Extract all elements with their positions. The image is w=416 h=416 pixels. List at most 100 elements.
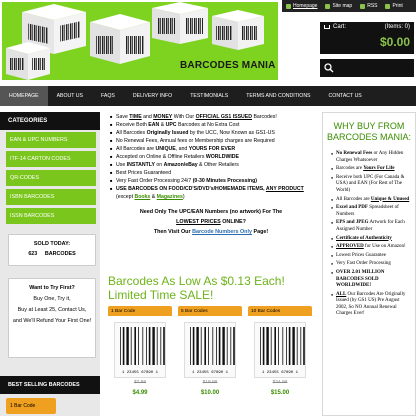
cart-icon — [324, 25, 330, 29]
why-buy-item: EPS and JPEG Artwork for Each Assigned N… — [331, 220, 411, 233]
site-logo[interactable]: BARCODES MANIA — [2, 2, 278, 80]
sale-heading: Barcodes As Low As $0.13 Each! Limited T… — [108, 274, 285, 302]
books-link[interactable]: Books — [134, 194, 150, 200]
numbers-only-promo: Need Only The UPC/EAN Numbers (no artwor… — [104, 207, 318, 237]
top-links: Homepage Site map RSS Print — [282, 0, 416, 12]
barcode-digits: 1 23455 67890 1 — [192, 371, 229, 375]
sold-today-label: SOLD TODAY: — [33, 241, 71, 247]
cart-label: Cart: — [333, 24, 347, 30]
categories-title: CATEGORIES — [0, 112, 100, 130]
category-ean-upc[interactable]: EAN & UPC NUMBERS — [6, 132, 96, 148]
barcode-graphic: 1 23455 67890 1 — [260, 327, 305, 375]
sold-count: 623 — [28, 251, 38, 257]
feature-item: Use INSTANTLY on Amazon/eBay & Other Ret… — [110, 161, 318, 169]
left-sidebar: CATEGORIES EAN & UPC NUMBERS ITF-14 CART… — [0, 112, 100, 416]
why-buy-title: WHY BUY FROM BARCODES MANIA: — [327, 121, 412, 142]
visit-page-line: Then Visit Our Barcode Numbers Only Page… — [153, 229, 269, 235]
sitemap-icon — [325, 3, 331, 9]
why-buy-item: Excel and PDF Spreadsheet of Numbers — [331, 205, 411, 218]
old-price: $24.99 — [272, 380, 288, 385]
search-button[interactable] — [322, 61, 336, 75]
barcode-image[interactable]: 1 23455 67890 1 — [184, 322, 236, 378]
nav-contact-us[interactable]: CONTACT US — [320, 86, 371, 106]
barcode-digits: 1 23455 67890 1 — [122, 371, 159, 375]
barcode-image[interactable]: 1 23455 67890 1 — [114, 322, 166, 378]
product-card[interactable]: 5 Bar Codes 1 23455 67890 1 $19.99 $10.0… — [178, 306, 242, 416]
sold-today-box: SOLD TODAY: 623 BARCODES — [8, 234, 96, 266]
new-price: $15.00 — [270, 390, 290, 396]
product-grid: 1 Bar Code 1 23455 67890 1 $7.99 $4.99 5… — [108, 306, 318, 416]
magazines-link[interactable]: Magazines — [157, 194, 183, 200]
numbers-only-link[interactable]: Barcode Numbers Only — [192, 229, 252, 235]
homepage-link[interactable]: Homepage — [286, 3, 317, 9]
search-bar[interactable] — [320, 59, 414, 77]
new-price: $10.00 — [200, 390, 220, 396]
product-tab[interactable]: 10 Bar Codes — [248, 306, 312, 316]
nav-about-us[interactable]: ABOUT US — [48, 86, 92, 106]
category-list: EAN & UPC NUMBERS ITF-14 CARTON CODES QR… — [0, 130, 100, 224]
right-sidebar: WHY BUY FROM BARCODES MANIA: No Renewal … — [322, 112, 416, 416]
feature-item: All Barcodes Originally Issued by the UC… — [110, 129, 318, 137]
feature-item: Best Prices Guaranteed — [110, 169, 318, 177]
try-line-4: and We'll Refund Your First One! — [12, 318, 92, 324]
try-first-box: Want to Try First? Buy One, Try it, Buy … — [8, 278, 96, 358]
nav-homepage[interactable]: HOMEPAGE — [0, 86, 48, 106]
rss-link[interactable]: RSS — [360, 3, 377, 9]
page-root: { "colors": {"accent": "#7bc61d", "nav_b… — [0, 0, 416, 416]
try-line-3: Buy at Least 25, Contact Us, — [17, 307, 87, 313]
best-selling-title: BEST SELLING BARCODES — [0, 376, 100, 394]
why-buy-item: Receive both UPC (For Canada & USA) and … — [331, 175, 411, 195]
cart-total: $0.00 — [379, 35, 410, 49]
why-buy-item: APPROVED for Use on Amazon! — [331, 244, 411, 251]
main-nav: HOMEPAGE ABOUT US FAQS DELIVERY INFO TES… — [0, 86, 416, 106]
product-card[interactable]: 1 Bar Code 1 23455 67890 1 $7.99 $4.99 — [108, 306, 172, 416]
feature-item: USE BARCODES ON FOOD/CD'S/DVD's/HOMEMADE… — [110, 185, 318, 201]
cart-label-row: Cart: — [324, 24, 346, 30]
print-icon — [385, 3, 391, 9]
category-issn[interactable]: ISSN BARCODES — [6, 208, 96, 224]
sold-today-row: 623 BARCODES — [9, 249, 95, 259]
feature-item: No Renewal Fees, Annual fees or Membersh… — [110, 137, 318, 145]
sitemap-link[interactable]: Site map — [325, 3, 352, 9]
try-line-2: Buy One, Try it, — [33, 296, 71, 302]
category-qr[interactable]: QR-CODES — [6, 170, 96, 186]
nav-delivery-info[interactable]: DELIVERY INFO — [124, 86, 181, 106]
barcode-graphic: 1 23455 67890 1 — [190, 327, 235, 375]
feature-item: Receive Both EAN & UPC Barcodes at No Ex… — [110, 121, 318, 129]
logo-text: BARCODES MANIA — [180, 60, 276, 71]
home-icon — [286, 3, 291, 9]
print-link[interactable]: Print — [385, 3, 403, 9]
category-itf14[interactable]: ITF-14 CARTON CODES — [6, 151, 96, 167]
new-price: $4.99 — [132, 390, 148, 396]
try-first-title: Want to Try First? — [29, 285, 75, 291]
product-tab[interactable]: 5 Bar Codes — [178, 306, 242, 316]
why-buy-item: Very Fast Order Processing — [331, 261, 411, 268]
barcode-image[interactable]: 1 23455 67890 1 — [254, 322, 306, 378]
feature-item: Save TIME and MONEY With Our OFFICIAL GS… — [110, 113, 318, 121]
old-price: $19.99 — [202, 380, 218, 385]
nav-testimonials[interactable]: TESTIMONIALS — [181, 86, 237, 106]
cart-items: (Items: 0) — [384, 24, 410, 30]
header: BARCODES MANIA Homepage Site map RSS Pri… — [0, 0, 416, 88]
feature-bullets: Save TIME and MONEY With Our OFFICIAL GS… — [104, 110, 318, 201]
best-selling-item[interactable]: 1 Bar Code — [6, 398, 56, 414]
nav-terms[interactable]: TERMS AND CONDITIONS — [237, 86, 319, 106]
feature-item: Accepted on Online & Offline Retailers W… — [110, 153, 318, 161]
numbers-only-line: Need Only The UPC/EAN Numbers (no artwor… — [139, 209, 283, 215]
old-price: $7.99 — [133, 380, 146, 385]
category-isbn[interactable]: ISBN BARCODES — [6, 189, 96, 205]
why-buy-item: Certificate of Authenticity — [331, 236, 411, 243]
cart-widget[interactable]: Cart: (Items: 0) $0.00 — [320, 22, 414, 54]
search-icon — [324, 63, 334, 73]
product-tab[interactable]: 1 Bar Code — [108, 306, 172, 316]
nav-faqs[interactable]: FAQS — [92, 86, 124, 106]
barcode-digits: 1 23455 67890 1 — [262, 371, 299, 375]
product-card[interactable]: 10 Bar Codes 1 23455 67890 1 $24.99 $15.… — [248, 306, 312, 416]
why-buy-item: ALL Our Barcodes Are Originally Issued (… — [331, 292, 411, 318]
barcode-graphic: 1 23455 67890 1 — [120, 327, 165, 375]
why-buy-item: Barcodes are Yours For Life — [331, 166, 411, 173]
why-buy-item: OVER 2.01 MILLION BARCODES SOLD WORLDWID… — [331, 270, 411, 290]
feature-item: All Barcodes are UNIQUE, and YOURS FOR E… — [110, 145, 318, 153]
why-buy-list: No Renewal Fees or Any Hidden Charges Wh… — [323, 143, 415, 318]
why-buy-item: All Barcodes are Unique & Unused — [331, 197, 411, 204]
